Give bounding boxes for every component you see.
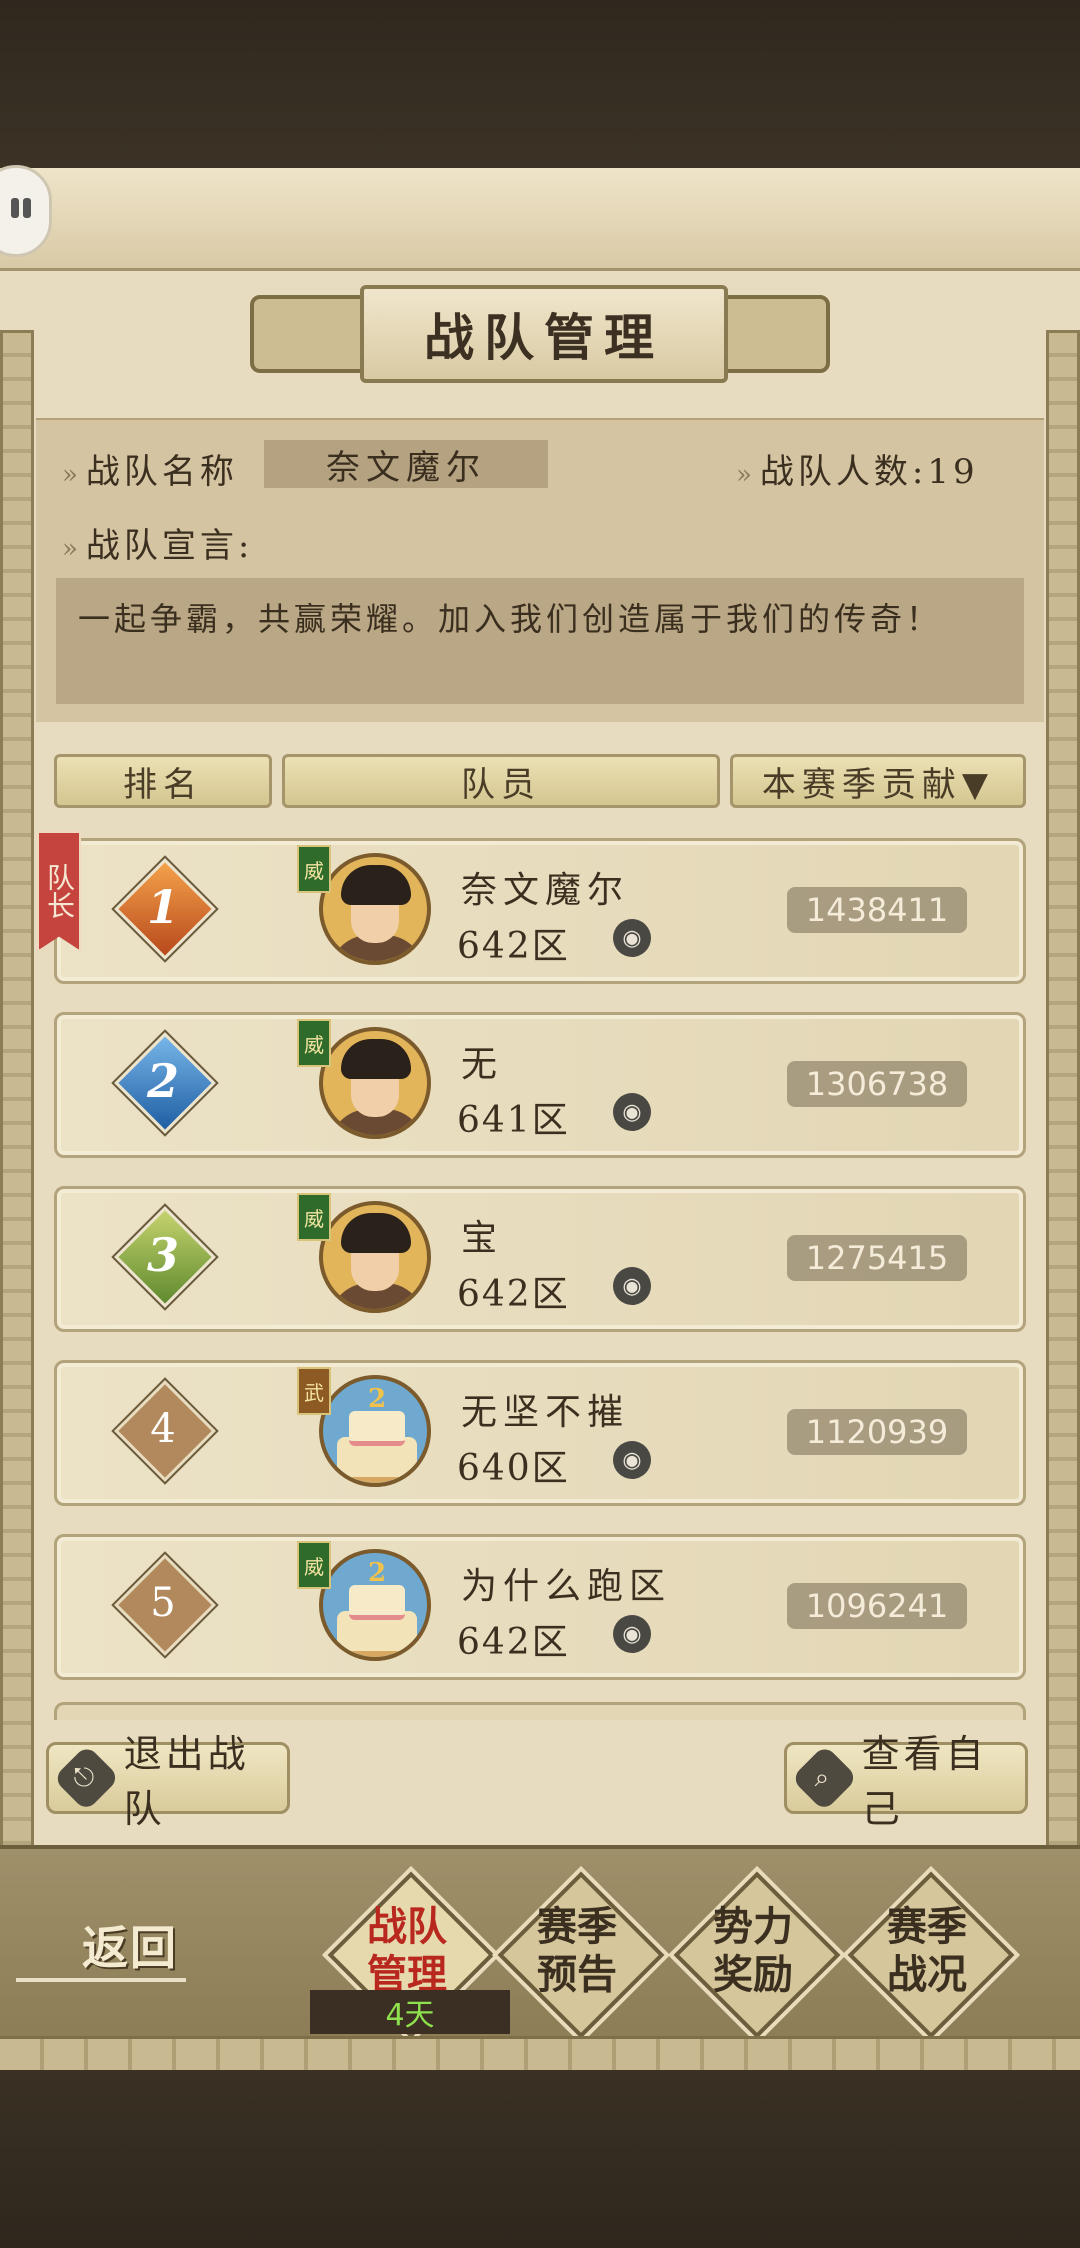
chevron-icon: »	[62, 534, 78, 564]
declaration-label: » 战队宣言:	[62, 526, 254, 566]
header-member: 队员	[282, 754, 720, 808]
member-name: 宝	[461, 1218, 504, 1259]
member-zone: 641区	[457, 1100, 570, 1141]
member-zone: 642区	[457, 1622, 570, 1663]
member-score: 1275415	[787, 1235, 967, 1281]
tab-season-preview[interactable]: 赛季 预告	[497, 1871, 665, 2039]
page-title: 战队管理	[360, 285, 728, 383]
title-badge-icon: 威	[297, 1541, 331, 1589]
avatar	[319, 1201, 431, 1313]
title-badge-icon: 威	[297, 1019, 331, 1067]
member-row[interactable]: 4 2 武 无坚不摧 640区 ◉ 1120939	[54, 1360, 1026, 1506]
tab-label: 势力 奖励	[713, 1903, 793, 1998]
avatar	[319, 853, 431, 965]
back-button[interactable]: 返回	[16, 1912, 186, 1982]
member-zone: 642区	[457, 926, 570, 967]
team-name-label: » 战队名称	[62, 452, 238, 492]
team-name-field: 奈文魔尔	[264, 440, 548, 488]
member-name: 奈文魔尔	[461, 870, 630, 911]
search-icon: ⌕	[790, 1744, 858, 1812]
rank-number: 1	[146, 880, 179, 934]
title-badge-icon: 武	[297, 1367, 331, 1415]
chevron-icon: »	[62, 460, 78, 490]
member-row[interactable]: 3 威 宝 642区 ◉ 1275415	[54, 1186, 1026, 1332]
rank-number: 2	[146, 1054, 179, 1108]
tab-label: 赛季 预告	[537, 1903, 617, 1998]
right-border	[1046, 330, 1080, 2046]
tab-faction-rewards[interactable]: 势力 奖励	[673, 1871, 841, 2039]
title-plaque: 战队管理	[250, 285, 830, 383]
member-score: 1096241	[787, 1583, 967, 1629]
pause-icon[interactable]	[0, 165, 52, 257]
member-row-partial	[54, 1702, 1026, 1720]
member-zone: 640区	[457, 1448, 570, 1489]
avatar: 2	[319, 1375, 431, 1487]
team-count-label: » 战队人数:19	[736, 452, 979, 492]
view-self-button[interactable]: ⌕ 查看自己	[784, 1732, 1028, 1831]
avatar: 2	[319, 1549, 431, 1661]
member-row[interactable]: 队长 1 威 奈文魔尔 642区 ◉ 1438411	[37, 831, 1026, 984]
rank-number: 3	[146, 1228, 179, 1282]
top-background	[0, 0, 1080, 170]
server-icon: ◉	[613, 1615, 651, 1653]
tab-season-status[interactable]: 赛季 战况	[847, 1871, 1015, 2039]
left-border	[0, 330, 34, 2046]
member-row[interactable]: 2 威 无 641区 ◉ 1306738	[54, 1012, 1026, 1158]
rank-number: 5	[150, 1580, 176, 1626]
title-strip	[0, 168, 1080, 271]
header-rank: 排名	[54, 754, 272, 808]
plaque-ornament-left	[250, 295, 378, 373]
member-row[interactable]: 5 2 威 为什么跑区 642区 ◉ 1096241	[54, 1534, 1026, 1680]
member-name: 无	[461, 1044, 504, 1085]
declaration-text: 一起争霸，共赢荣耀。加入我们创造属于我们的传奇！	[56, 578, 1024, 704]
member-name: 无坚不摧	[461, 1392, 630, 1433]
server-icon: ◉	[613, 919, 651, 957]
title-badge-icon: 威	[297, 1193, 331, 1241]
rank-number: 4	[150, 1406, 176, 1452]
member-score: 1438411	[787, 887, 967, 933]
tab-label: 赛季 战况	[887, 1903, 967, 1998]
avatar	[319, 1027, 431, 1139]
server-icon: ◉	[613, 1267, 651, 1305]
countdown-timer: 4天	[310, 1990, 510, 2034]
member-name: 为什么跑区	[461, 1566, 672, 1607]
server-icon: ◉	[613, 1441, 651, 1479]
exit-icon: ⎋	[52, 1744, 120, 1812]
member-score: 1306738	[787, 1061, 967, 1107]
captain-ribbon: 队长	[37, 831, 81, 951]
title-badge-icon: 威	[297, 845, 331, 893]
chevron-icon: »	[736, 460, 752, 490]
header-contribution-sort[interactable]: 本赛季贡献▼	[730, 754, 1026, 808]
member-score: 1120939	[787, 1409, 967, 1455]
server-icon: ◉	[613, 1093, 651, 1131]
member-zone: 642区	[457, 1274, 570, 1315]
bottom-background	[0, 2070, 1080, 2248]
leave-team-button[interactable]: ⎋ 退出战队	[46, 1732, 290, 1831]
